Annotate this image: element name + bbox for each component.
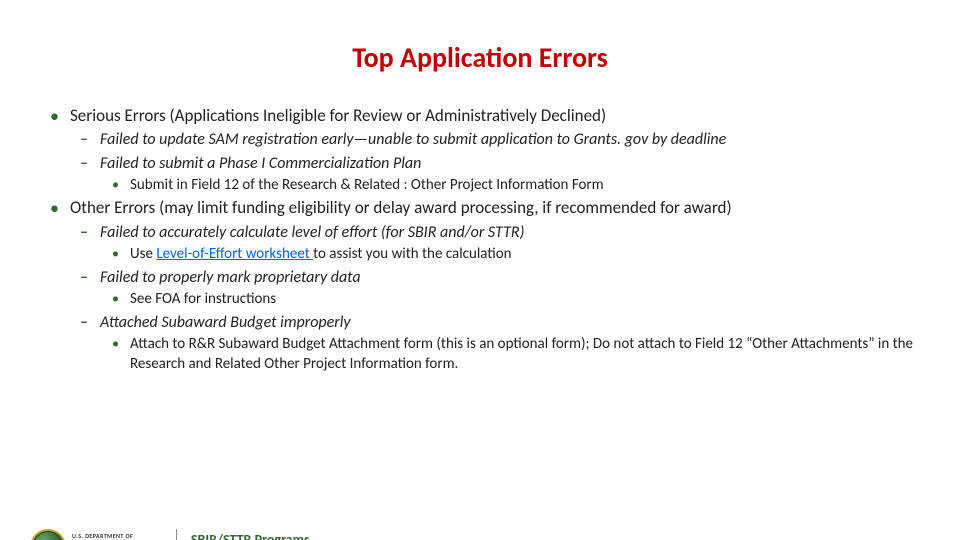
bullet-level2: Failed to submit a Phase I Commercializa… (100, 153, 920, 196)
footer: U.S. DEPARTMENT OF ENERGY SBIR/STTR Prog… (0, 529, 960, 540)
footer-divider (176, 529, 177, 540)
bullet-level2: Attached Subaward Budget improperlyAttac… (100, 312, 920, 375)
bullet-level2: Failed to update SAM registration early—… (100, 129, 920, 150)
bullet-level2: Failed to properly mark proprietary data… (100, 267, 920, 310)
bullet-level3: Submit in Field 12 of the Research & Rel… (130, 176, 920, 196)
bullet-level3: Use Level-of-Effort worksheet to assist … (130, 245, 920, 265)
bullet-level1: Other Errors (may limit funding eligibil… (70, 197, 920, 374)
bullet-level2: Failed to accurately calculate level of … (100, 222, 920, 265)
slide-title: Top Application Errors (0, 40, 960, 75)
doe-seal-icon (30, 529, 66, 540)
program-office: SBIR/STTR Programs Office (191, 532, 310, 540)
energy-logo: U.S. DEPARTMENT OF ENERGY (30, 529, 162, 540)
bullet-level3: Attach to R&R Subaward Budget Attachment… (130, 335, 920, 375)
bullet-level1: Serious Errors (Applications Ineligible … (70, 105, 920, 195)
bullet-level3: See FOA for instructions (130, 290, 920, 310)
program-line1: SBIR/STTR Programs (191, 531, 310, 540)
slide-body: Serious Errors (Applications Ineligible … (40, 105, 920, 374)
worksheet-link[interactable]: Level-of-Effort worksheet (156, 245, 313, 263)
